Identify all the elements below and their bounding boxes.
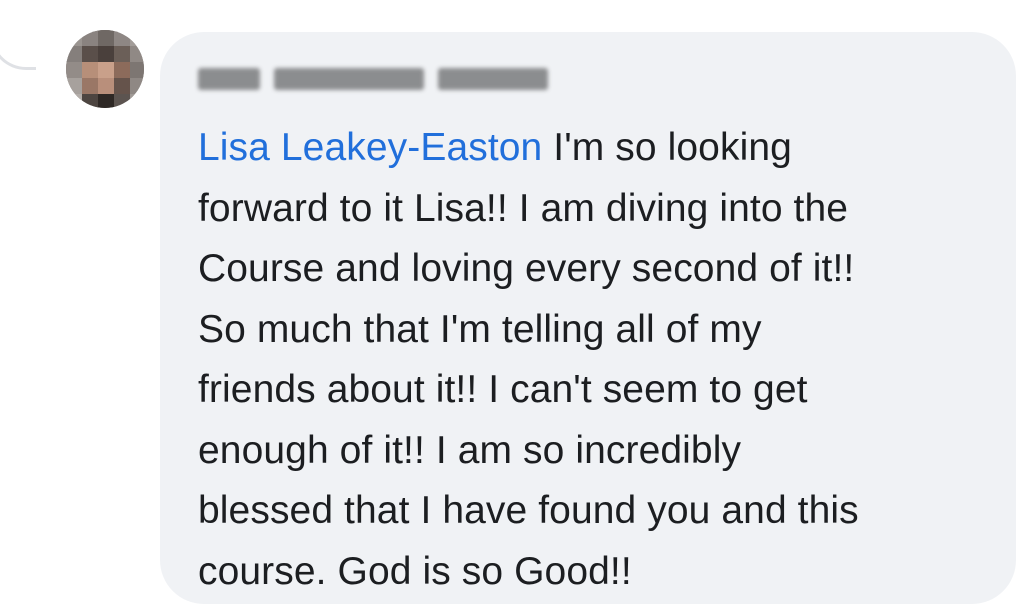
redacted-name-part xyxy=(274,68,424,90)
comment-author-name-redacted[interactable] xyxy=(198,62,982,96)
comment-text: I'm so looking forward to it Lisa!! I am… xyxy=(198,126,859,593)
author-avatar[interactable] xyxy=(66,30,144,108)
comment-bubble: Lisa Leakey-Easton I'm so looking forwar… xyxy=(160,32,1016,604)
thread-connector-line xyxy=(0,0,36,70)
mention-link[interactable]: Lisa Leakey-Easton xyxy=(198,126,542,169)
redacted-name-part xyxy=(198,68,260,90)
comment-body: Lisa Leakey-Easton I'm so looking forwar… xyxy=(198,118,982,602)
redacted-name-part xyxy=(438,68,548,90)
